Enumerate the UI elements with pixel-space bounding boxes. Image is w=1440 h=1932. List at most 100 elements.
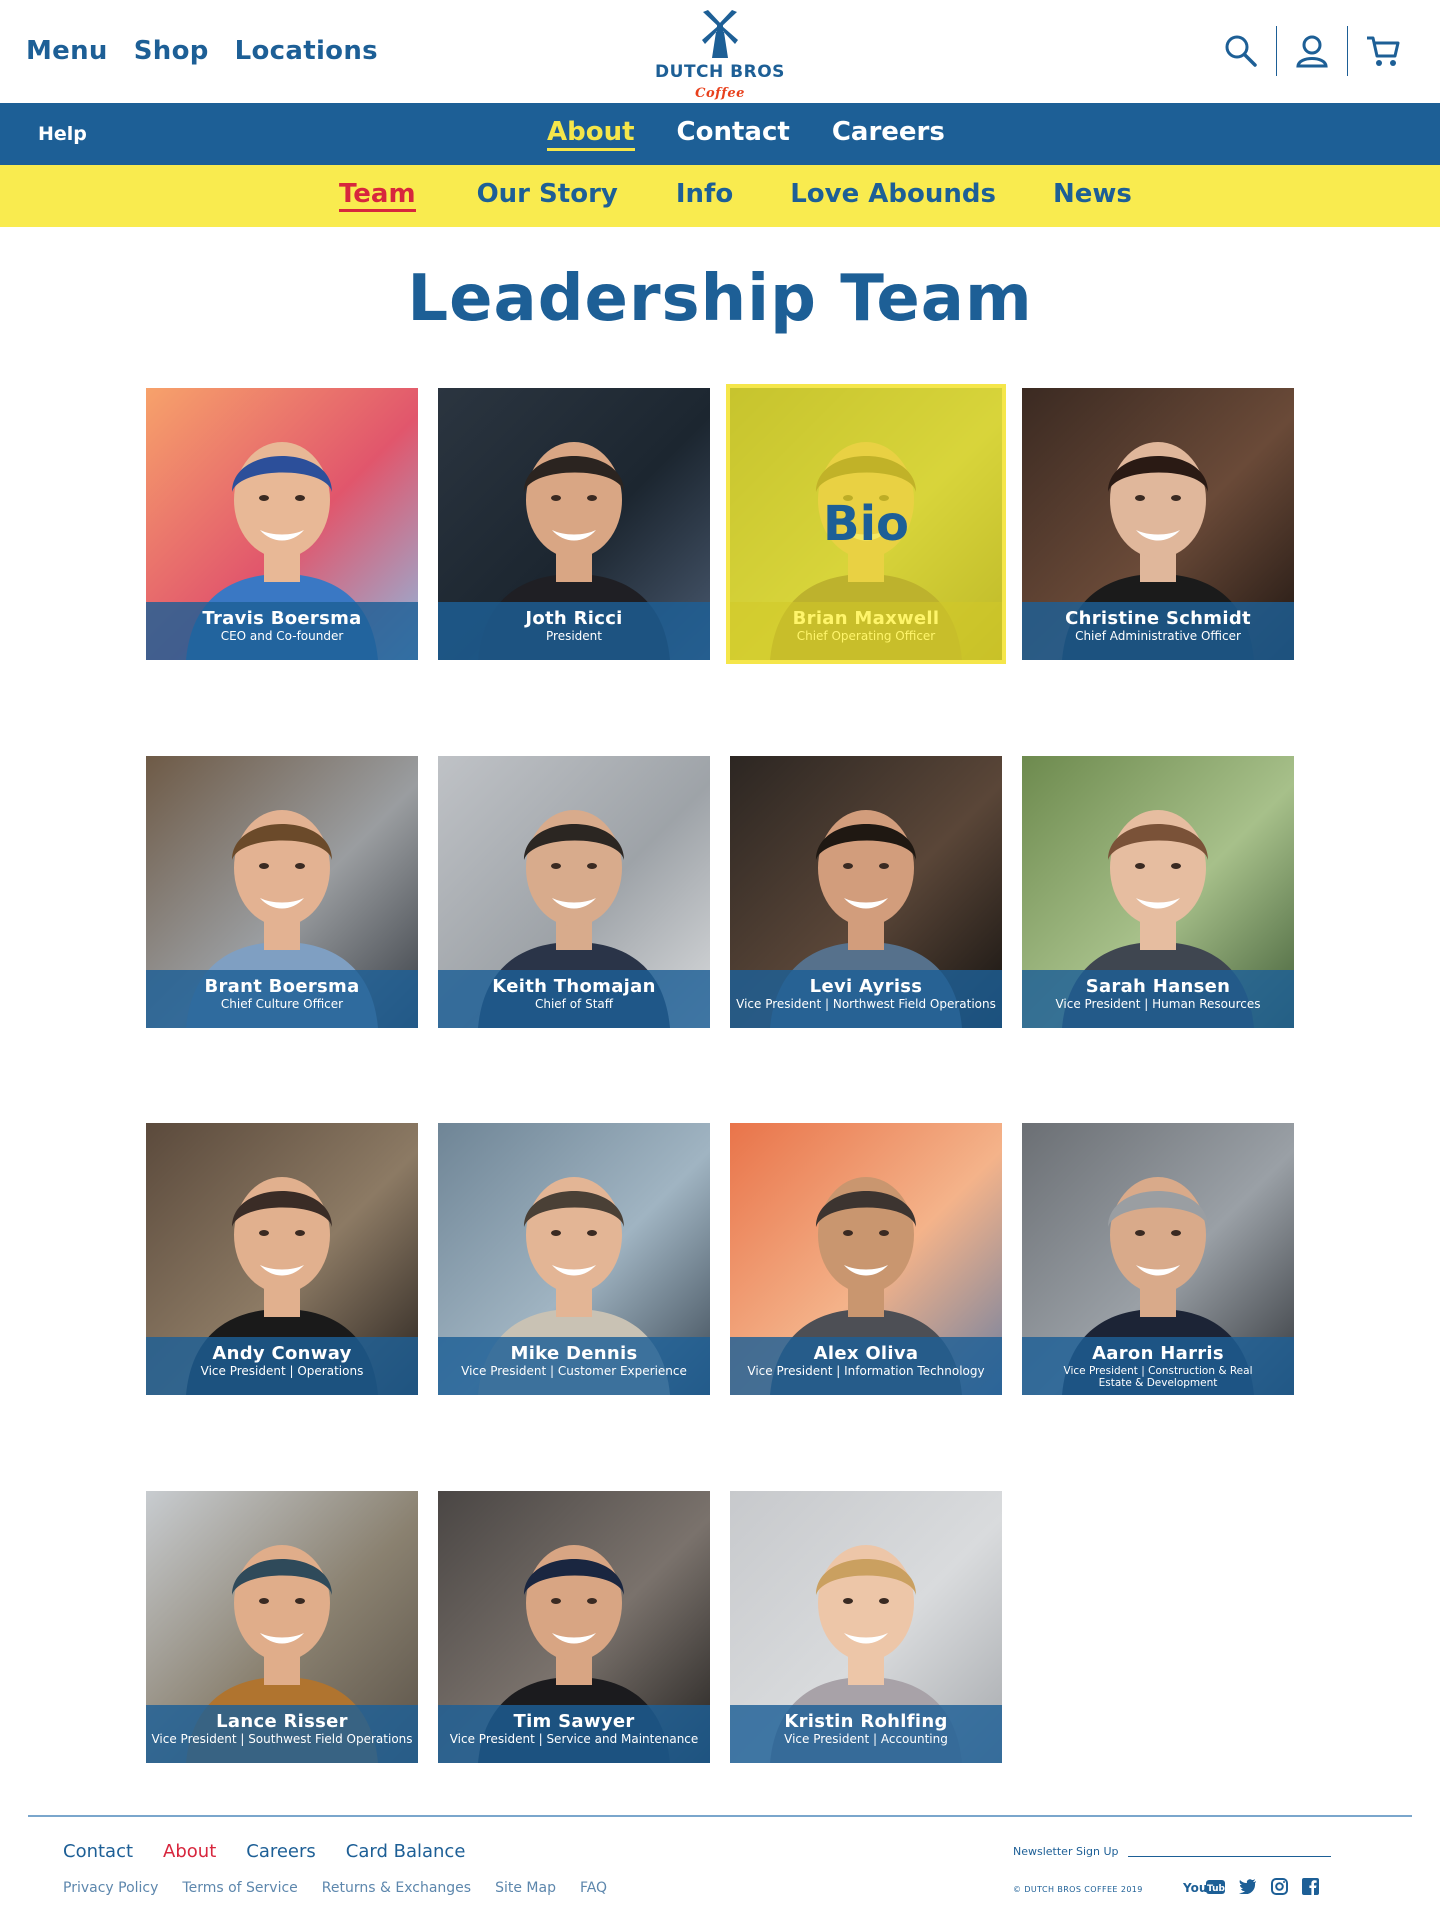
team-card[interactable]: Levi Ayriss Vice President | Northwest Fi… [730,756,1002,1028]
member-title: Chief of Staff [534,997,614,1011]
footer-link-privacy[interactable]: Privacy Policy [63,1880,158,1896]
footer-link-careers[interactable]: Careers [246,1841,316,1862]
team-card[interactable]: Brant Boersma Chief Culture Officer [146,756,418,1028]
member-title: President [546,629,602,643]
team-card[interactable]: Keith Thomajan Chief of Staff [438,756,710,1028]
member-title: Vice President | Northwest Field Operati… [736,997,996,1011]
team-card[interactable]: Sarah Hansen Vice President | Human Resou… [1022,756,1294,1028]
name-plate: Brant Boersma Chief Culture Officer [146,970,418,1028]
member-title: Vice President | Operations [200,1364,364,1378]
footer-link-about[interactable]: About [163,1841,216,1862]
cart-icon[interactable] [1348,26,1418,76]
footer-link-card-balance[interactable]: Card Balance [346,1841,466,1862]
header-icons [1206,26,1418,76]
youtube-icon[interactable]: YouTube [1183,1879,1225,1895]
footer-link-faq[interactable]: FAQ [580,1880,607,1896]
svg-text:You: You [1183,1881,1207,1895]
instagram-icon[interactable] [1271,1878,1288,1895]
tertiary-nav: Team Our Story Info Love Abounds News [339,179,1132,212]
member-title: Vice President | Construction & Real Est… [1063,1365,1253,1389]
help-link[interactable]: Help [38,123,87,145]
newsletter-label[interactable]: Newsletter Sign Up [1013,1845,1118,1858]
team-card[interactable]: Mike Dennis Vice President | Customer Exp… [438,1123,710,1395]
team-card[interactable]: Lance Risser Vice President | Southwest F… [146,1491,418,1763]
nav-shop[interactable]: Shop [134,36,209,66]
tertiary-nav-bar: Team Our Story Info Love Abounds News [0,165,1440,227]
footer-link-sitemap[interactable]: Site Map [495,1880,556,1896]
member-title: Vice President | Information Technology [747,1364,985,1378]
tab-contact[interactable]: Contact [677,117,790,151]
member-name: Kristin Rohlfing [784,1711,948,1732]
name-plate: Joth Ricci President [438,602,710,660]
team-card[interactable]: Aaron Harris Vice President | Constructio… [1022,1123,1294,1395]
team-card[interactable]: Andy Conway Vice President | Operations [146,1123,418,1395]
tab-info[interactable]: Info [676,179,733,212]
team-card[interactable]: Alex Oliva Vice President | Information T… [730,1123,1002,1395]
member-name: Christine Schmidt [1065,608,1251,629]
logo-wordmark: DUTCH BROS Coffee [640,62,800,102]
search-icon[interactable] [1206,26,1276,76]
logo-brand: DUTCH BROS [655,62,785,82]
member-title: Vice President | Southwest Field Operati… [151,1732,413,1746]
name-plate: Mike Dennis Vice President | Customer Exp… [438,1337,710,1395]
team-card[interactable]: Bio Brian Maxwell Chief Operating Officer [726,384,1006,664]
name-plate: Travis Boersma CEO and Co-founder [146,602,418,660]
account-icon[interactable] [1277,26,1347,76]
member-name: Keith Thomajan [492,976,656,997]
team-card[interactable]: Kristin Rohlfing Vice President | Account… [730,1491,1002,1763]
tab-careers[interactable]: Careers [832,117,945,151]
team-card[interactable]: Tim Sawyer Vice President | Service and M… [438,1491,710,1763]
footer-legal-nav: Privacy Policy Terms of Service Returns … [63,1880,607,1896]
page-title: Leadership Team [407,262,1033,336]
member-name: Tim Sawyer [513,1711,635,1732]
tab-our-story[interactable]: Our Story [477,179,618,212]
name-plate: Lance Risser Vice President | Southwest F… [146,1705,418,1763]
name-plate: Alex Oliva Vice President | Information T… [730,1337,1002,1395]
tab-news[interactable]: News [1053,179,1132,212]
secondary-nav: About Contact Careers [547,117,945,151]
tab-love-abounds[interactable]: Love Abounds [790,179,996,212]
member-name: Mike Dennis [510,1343,638,1364]
member-title: Chief Operating Officer [796,629,936,643]
team-card[interactable]: Christine Schmidt Chief Administrative Of… [1022,388,1294,660]
newsletter-input-line[interactable] [1128,1856,1331,1857]
nav-locations[interactable]: Locations [235,36,378,66]
secondary-nav-bar: Help About Contact Careers [0,103,1440,165]
name-plate: Aaron Harris Vice President | Constructio… [1022,1337,1294,1395]
member-title: Chief Administrative Officer [1075,629,1241,643]
tab-about[interactable]: About [547,117,635,151]
site-header: Menu Shop Locations DUTCH BROS Coffee [0,0,1440,103]
member-name: Levi Ayriss [809,976,923,997]
member-name: Travis Boersma [202,608,362,629]
footer-link-contact[interactable]: Contact [63,1841,133,1862]
member-title: Vice President | Service and Maintenance [449,1732,699,1746]
footer-link-returns[interactable]: Returns & Exchanges [322,1880,471,1896]
tab-team[interactable]: Team [339,179,416,212]
primary-nav: Menu Shop Locations [26,36,378,66]
member-name: Sarah Hansen [1085,976,1231,997]
name-plate: Keith Thomajan Chief of Staff [438,970,710,1028]
bio-button[interactable]: Bio [730,496,1002,552]
member-name: Brian Maxwell [792,608,940,629]
copyright: © DUTCH BROS COFFEE 2019 [1013,1885,1143,1894]
member-title: Vice President | Accounting [784,1732,948,1746]
member-name: Aaron Harris [1092,1343,1224,1364]
member-name: Lance Risser [216,1711,348,1732]
name-plate: Andy Conway Vice President | Operations [146,1337,418,1395]
member-name: Joth Ricci [525,608,623,629]
team-card[interactable]: Joth Ricci President [438,388,710,660]
member-title: Vice President | Human Resources [1055,997,1261,1011]
name-plate: Brian Maxwell Chief Operating Officer [730,602,1002,660]
footer-divider [28,1815,1412,1817]
member-name: Alex Oliva [813,1343,919,1364]
facebook-icon[interactable] [1302,1878,1319,1895]
svg-text:Tube: Tube [1207,1884,1225,1894]
social-links: YouTube [1183,1878,1319,1895]
footer-link-terms[interactable]: Terms of Service [182,1880,297,1896]
name-plate: Kristin Rohlfing Vice President | Account… [730,1705,1002,1763]
dutch-bros-logo[interactable]: DUTCH BROS Coffee [640,10,800,101]
nav-menu[interactable]: Menu [26,36,108,66]
member-title: Chief Culture Officer [220,997,344,1011]
team-card[interactable]: Travis Boersma CEO and Co-founder [146,388,418,660]
twitter-icon[interactable] [1239,1879,1257,1894]
